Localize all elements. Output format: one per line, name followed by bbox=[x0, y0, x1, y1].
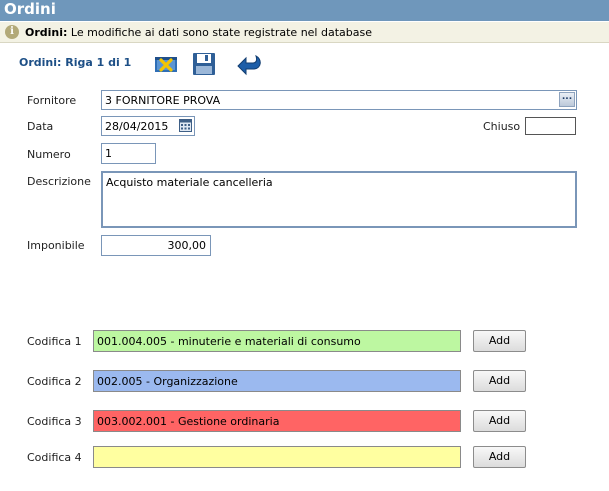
codifica-4-add-button[interactable]: Add bbox=[473, 446, 526, 468]
calendar-icon[interactable] bbox=[179, 119, 192, 132]
codifica-2-label: Codifica 2 bbox=[27, 375, 82, 388]
numero-field[interactable]: 1 bbox=[101, 143, 156, 164]
info-message: Ordini: Le modifiche ai dati sono state … bbox=[25, 26, 372, 39]
numero-label: Numero bbox=[27, 148, 71, 161]
codifica-1-value: 001.004.005 - minuterie e materiali di c… bbox=[97, 335, 361, 348]
codifica-1-label: Codifica 1 bbox=[27, 335, 82, 348]
info-prefix: Ordini: bbox=[25, 26, 68, 39]
info-text: Le modifiche ai dati sono state registra… bbox=[70, 26, 372, 39]
descrizione-label: Descrizione bbox=[27, 175, 91, 188]
chiuso-checkbox[interactable] bbox=[525, 117, 576, 135]
codifica-1-field[interactable]: 001.004.005 - minuterie e materiali di c… bbox=[93, 330, 461, 352]
fornitore-field[interactable]: 3 FORNITORE PROVA ... bbox=[101, 90, 577, 110]
codifica-3-value: 003.002.001 - Gestione ordinaria bbox=[97, 415, 280, 428]
descrizione-value: Acquisto materiale cancelleria bbox=[106, 176, 273, 189]
delete-record-icon[interactable] bbox=[154, 52, 178, 76]
imponibile-label: Imponibile bbox=[27, 239, 85, 252]
codifica-1-add-button[interactable]: Add bbox=[473, 330, 526, 352]
imponibile-value: 300,00 bbox=[167, 239, 207, 252]
codifica-2-add-button[interactable]: Add bbox=[473, 370, 526, 392]
info-icon: i bbox=[5, 25, 19, 39]
fornitore-label: Fornitore bbox=[27, 94, 77, 107]
save-icon[interactable] bbox=[192, 52, 216, 76]
window-title: Ordini bbox=[4, 0, 56, 18]
codifica-3-field[interactable]: 003.002.001 - Gestione ordinaria bbox=[93, 410, 461, 432]
codifica-2-field[interactable]: 002.005 - Organizzazione bbox=[93, 370, 461, 392]
chiuso-label: Chiuso bbox=[483, 120, 521, 133]
fornitore-lookup-button[interactable]: ... bbox=[559, 92, 575, 107]
descrizione-textarea[interactable]: Acquisto materiale cancelleria bbox=[101, 171, 577, 228]
back-arrow-icon[interactable] bbox=[236, 53, 264, 77]
fornitore-value: 3 FORNITORE PROVA bbox=[105, 94, 221, 107]
numero-value: 1 bbox=[105, 147, 112, 160]
data-field[interactable]: 28/04/2015 bbox=[101, 116, 195, 136]
codifica-4-label: Codifica 4 bbox=[27, 451, 82, 464]
codifica-3-add-button[interactable]: Add bbox=[473, 410, 526, 432]
data-value: 28/04/2015 bbox=[105, 120, 169, 133]
codifica-3-label: Codifica 3 bbox=[27, 415, 82, 428]
codifica-2-value: 002.005 - Organizzazione bbox=[97, 375, 238, 388]
info-bar: i Ordini: Le modifiche ai dati sono stat… bbox=[0, 22, 609, 43]
data-label: Data bbox=[27, 120, 54, 133]
codifica-4-field[interactable] bbox=[93, 446, 461, 468]
title-bar: Ordini bbox=[0, 0, 609, 21]
imponibile-field[interactable]: 300,00 bbox=[101, 235, 211, 256]
record-position-label: Ordini: Riga 1 di 1 bbox=[19, 56, 132, 69]
